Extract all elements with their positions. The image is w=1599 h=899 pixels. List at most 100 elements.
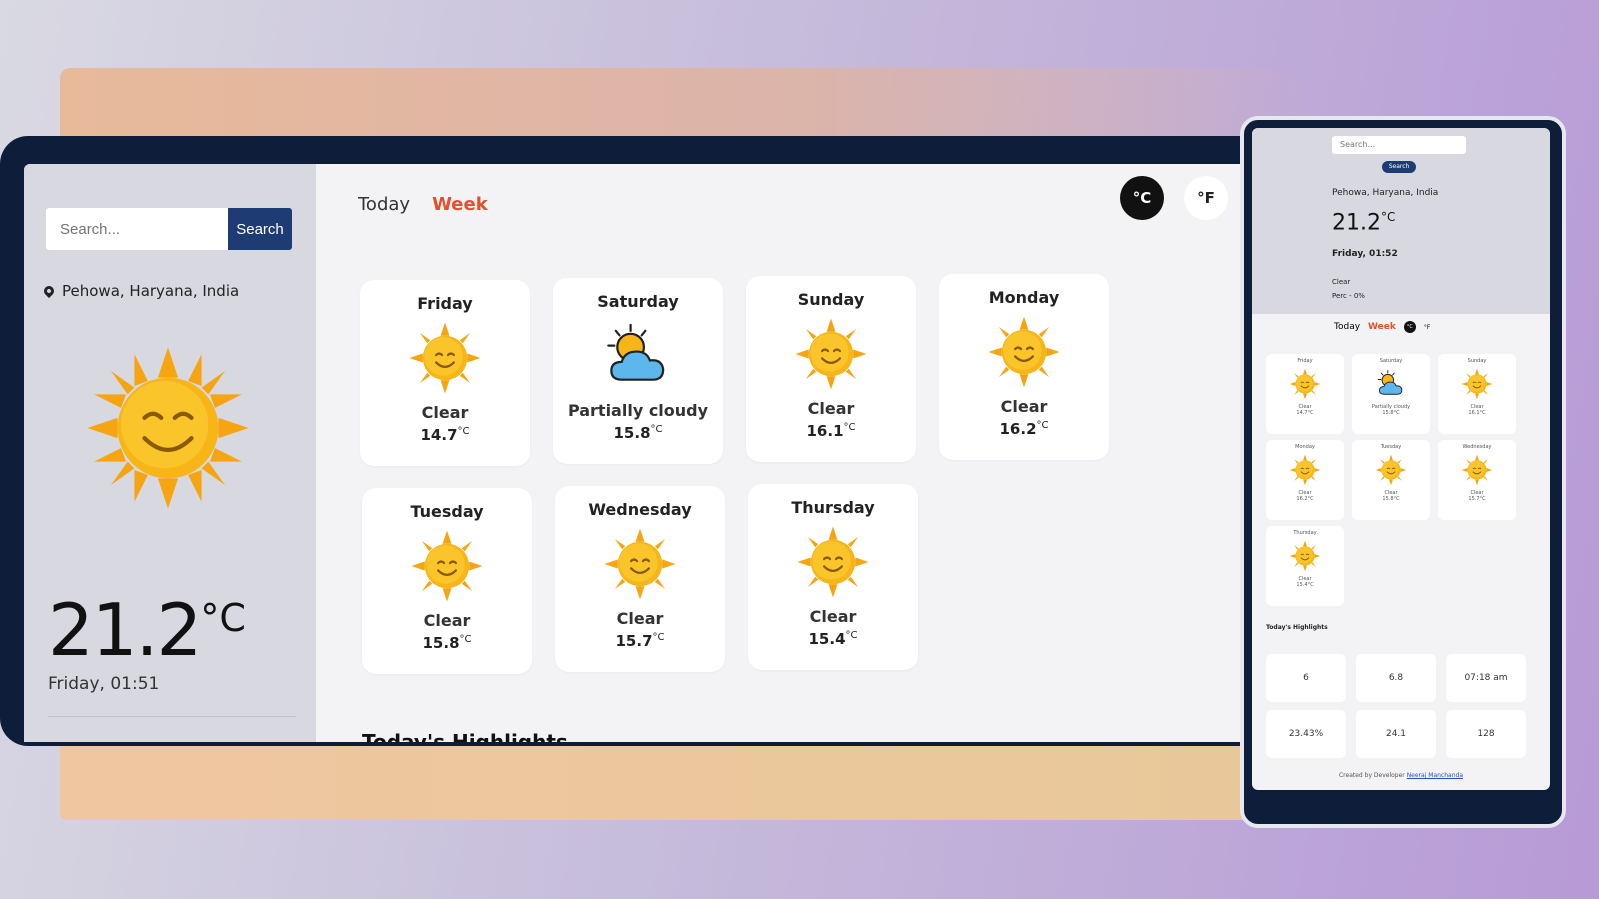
- phone-forecast-day: Monday: [1295, 444, 1315, 450]
- tabs: Today Week: [358, 194, 488, 215]
- laptop-screen: Search Pehowa, Haryana, India: [24, 164, 1262, 742]
- tab-today[interactable]: Today: [358, 194, 410, 215]
- phone-highlight-card: 24.1: [1356, 710, 1436, 758]
- search-input[interactable]: [46, 208, 228, 250]
- forecast-condition: Clear: [809, 607, 857, 626]
- phone-forecast-card: Saturday Partially cloudy 15.8°C: [1352, 354, 1430, 434]
- phone-forecast-day: Friday: [1297, 358, 1313, 364]
- phone-search-button[interactable]: Search: [1382, 161, 1416, 173]
- sun-icon: [1289, 368, 1321, 400]
- sun-icon: [987, 315, 1061, 389]
- partly-cloudy-icon: [1375, 368, 1407, 400]
- sidebar: Search Pehowa, Haryana, India: [24, 164, 316, 742]
- forecast-card: Saturday Partially cloudy 15.8°C: [553, 278, 723, 464]
- sun-icon: [408, 321, 482, 395]
- forecast-day: Friday: [417, 294, 473, 313]
- phone-forecast-day: Sunday: [1467, 358, 1487, 364]
- forecast-temp: 14.7°C: [420, 426, 470, 444]
- phone-highlight-card: 128: [1446, 710, 1526, 758]
- phone-datetime: Friday, 01:52: [1332, 249, 1398, 259]
- phone-tabs: Today Week °C °F: [1334, 321, 1430, 333]
- sun-icon: [1461, 454, 1493, 486]
- forecast-temp: 15.4°C: [808, 630, 858, 648]
- phone-forecast-card: Friday Clear 14.7°C: [1266, 354, 1344, 434]
- forecast-condition: Clear: [807, 399, 855, 418]
- forecast-temp: 15.8°C: [613, 424, 663, 442]
- phone-fahrenheit-toggle[interactable]: °F: [1424, 324, 1430, 331]
- phone-forecast-card: Tuesday Clear 15.8°C: [1352, 440, 1430, 520]
- sun-icon: [796, 525, 870, 599]
- current-datetime: Friday, 01:51: [48, 674, 160, 694]
- forecast-card: Monday Clear 16.2°C: [939, 274, 1109, 460]
- forecast-day: Wednesday: [588, 500, 692, 519]
- forecast-condition: Partially cloudy: [567, 401, 709, 420]
- forecast-day: Monday: [988, 288, 1060, 307]
- phone-forecast-temp: 16.2°C: [1296, 496, 1314, 502]
- phone-celsius-toggle[interactable]: °C: [1403, 321, 1416, 333]
- highlights-title: Today's Highlights: [362, 730, 568, 742]
- location: Pehowa, Haryana, India: [41, 282, 240, 300]
- sun-icon: [1289, 454, 1321, 486]
- phone-forecast-temp: 15.7°C: [1468, 496, 1486, 502]
- phone-sidebar: Search... Search Pehowa, Haryana, India …: [1252, 128, 1550, 314]
- phone-forecast-temp: 14.7°C: [1296, 410, 1314, 416]
- forecast-card: Wednesday Clear 15.7°C: [555, 486, 725, 672]
- forecast-temp: 15.7°C: [615, 632, 665, 650]
- sun-icon: [1461, 368, 1493, 400]
- phone-highlights-title: Today's Highlights: [1266, 624, 1328, 631]
- sun-icon: [603, 527, 677, 601]
- forecast-temp: 15.8°C: [422, 634, 472, 652]
- phone-condition: Clear: [1332, 278, 1351, 286]
- phone-temperature: 21.2°C: [1332, 210, 1396, 236]
- phone-forecast-day: Saturday: [1379, 358, 1403, 364]
- current-temperature: 21.2°C: [48, 588, 246, 672]
- phone-search-input[interactable]: Search...: [1332, 136, 1466, 154]
- phone-forecast-day: Thursday: [1293, 530, 1317, 536]
- sun-icon: [1289, 540, 1321, 572]
- forecast-card: Thursday Clear 15.4°C: [748, 484, 918, 670]
- phone-tab-today[interactable]: Today: [1334, 322, 1360, 332]
- phone-forecast-card: Monday Clear 16.2°C: [1266, 440, 1344, 520]
- forecast-condition: Clear: [421, 403, 469, 422]
- forecast-condition: Clear: [1000, 397, 1048, 416]
- partly-cloudy-icon: [601, 319, 675, 393]
- phone-highlight-card: 07:18 am: [1446, 654, 1526, 702]
- fahrenheit-toggle[interactable]: °F: [1184, 176, 1228, 220]
- sun-icon: [1375, 454, 1407, 486]
- sun-icon: [794, 317, 868, 391]
- location-pin-icon: [41, 283, 57, 299]
- celsius-toggle[interactable]: °C: [1120, 176, 1164, 220]
- phone-forecast-day: Tuesday: [1380, 444, 1402, 450]
- forecast-temp: 16.1°C: [806, 422, 856, 440]
- developer-link[interactable]: Neeraj Manchanda: [1407, 772, 1463, 779]
- forecast-day: Thursday: [791, 498, 875, 517]
- phone-forecast-card: Thursday Clear 15.4°C: [1266, 526, 1344, 606]
- phone-forecast-temp: 15.8°C: [1382, 410, 1400, 416]
- search-button[interactable]: Search: [228, 208, 292, 250]
- forecast-day: Saturday: [597, 292, 679, 311]
- tab-week[interactable]: Week: [432, 194, 488, 215]
- forecast-card: Sunday Clear 16.1°C: [746, 276, 916, 462]
- phone-tab-week[interactable]: Week: [1368, 322, 1396, 332]
- phone-forecast-day: Wednesday: [1462, 444, 1492, 450]
- forecast-condition: Clear: [423, 611, 471, 630]
- forecast-day: Sunday: [797, 290, 865, 309]
- phone-highlight-card: 6: [1266, 654, 1346, 702]
- main-panel: Today Week °C °F Friday Clear 14.7°C Sat…: [316, 164, 1262, 742]
- phone-forecast-temp: 15.8°C: [1382, 496, 1400, 502]
- phone-footer: Created by Developer Neeraj Manchanda: [1338, 772, 1463, 779]
- phone-location: Pehowa, Haryana, India: [1332, 188, 1439, 198]
- phone-screen: Search... Search Pehowa, Haryana, India …: [1252, 128, 1550, 790]
- phone-forecast-temp: 16.1°C: [1468, 410, 1486, 416]
- location-label: Pehowa, Haryana, India: [62, 282, 240, 300]
- phone-forecast-card: Sunday Clear 16.1°C: [1438, 354, 1516, 434]
- phone-highlight-card: 6.8: [1356, 654, 1436, 702]
- forecast-card: Tuesday Clear 15.8°C: [362, 488, 532, 674]
- background-stripe-bottom: [60, 740, 1260, 820]
- phone-forecast-temp: 15.4°C: [1296, 582, 1314, 588]
- phone-highlight-card: 23.43%: [1266, 710, 1346, 758]
- phone-precipitation: Perc - 0%: [1332, 292, 1365, 300]
- phone-forecast-card: Wednesday Clear 15.7°C: [1438, 440, 1516, 520]
- forecast-temp: 16.2°C: [999, 420, 1049, 438]
- forecast-condition: Clear: [616, 609, 664, 628]
